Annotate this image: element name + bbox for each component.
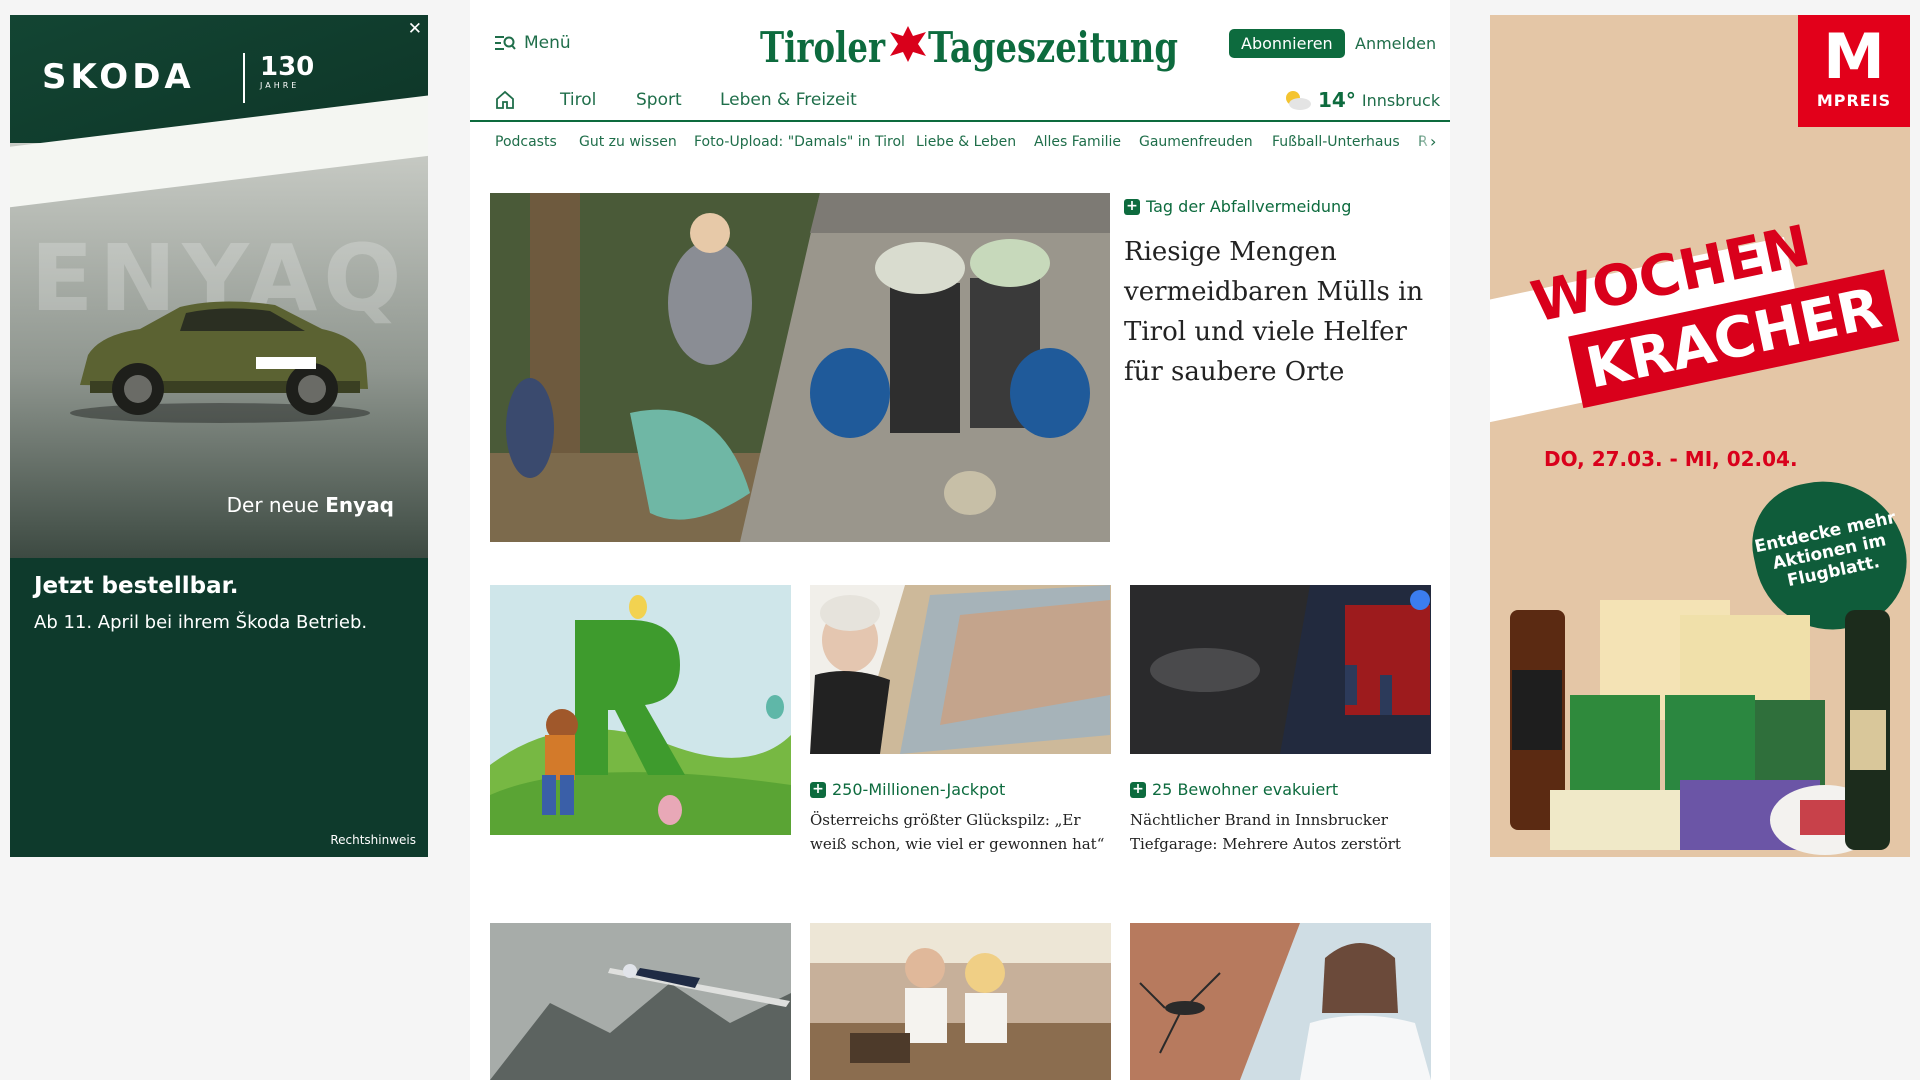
nav-item-sport[interactable]: Sport <box>636 90 682 110</box>
weather-city: Innsbruck <box>1361 90 1441 110</box>
plus-icon: + <box>1130 781 1146 798</box>
car-image <box>70 301 370 423</box>
jackpot-kicker[interactable]: + 250-Millionen-Jackpot <box>810 780 1005 799</box>
fire-teaser-image[interactable] <box>1130 585 1431 754</box>
ad-tagline-model: Enyaq <box>325 493 394 517</box>
menu-button[interactable]: Menü <box>494 33 571 53</box>
plus-icon: + <box>1124 198 1140 215</box>
ad-subline: Ab 11. April bei ihrem Škoda Betrieb. <box>34 612 368 633</box>
lead-headline[interactable]: Riesige Mengen vermeidbaren Mülls in Tir… <box>1124 232 1434 392</box>
fire-kicker-label: 25 Bewohner evakuiert <box>1152 780 1339 799</box>
jackpot-headline[interactable]: Österreichs größter Glückspilz: „Er weiß… <box>810 808 1111 856</box>
legal-link[interactable]: Rechtshinweis <box>330 833 416 847</box>
restaurant-teaser-image[interactable] <box>810 923 1111 1080</box>
ad-tagline: Der neue Enyaq <box>227 493 394 517</box>
main-nav: Tirol Sport Leben & Freizeit 14° Innsbru… <box>470 80 1450 122</box>
home-icon[interactable] <box>494 89 516 111</box>
subnav-item-fussball-unterhaus[interactable]: Fußball-Unterhaus <box>1272 134 1400 150</box>
nav-item-tirol[interactable]: Tirol <box>560 90 596 110</box>
weather-temperature: 14° <box>1318 88 1356 112</box>
mpreis-logo: M MPREIS <box>1798 15 1910 127</box>
logo-divider <box>243 53 245 103</box>
svg-text:Tageszeitung: Tageszeitung <box>928 23 1178 72</box>
mosquito-teaser-image[interactable] <box>1130 923 1431 1080</box>
anniversary-mark: 130 JAHRE <box>260 53 314 91</box>
ad-tagline-prefix: Der neue <box>226 493 319 517</box>
lead-article-image[interactable] <box>490 193 1110 542</box>
subnav-item-liebe-leben[interactable]: Liebe & Leben <box>916 134 1016 150</box>
easter-teaser-image[interactable] <box>490 585 791 835</box>
site-logo[interactable]: Tiroler Tageszeitung <box>760 14 1180 74</box>
site-header: Menü Tiroler Tageszeitung Abonnieren Anm… <box>470 0 1450 80</box>
anniversary-number: 130 <box>260 52 315 82</box>
mpreis-ad[interactable]: M MPREIS WOCHEN KRACHER DO, 27.03. - MI,… <box>1490 15 1910 857</box>
skoda-logo: SKODA <box>42 57 195 97</box>
subnav-item-foto-upload[interactable]: Foto-Upload: "Damals" in Tirol <box>694 134 905 150</box>
products-image <box>1510 600 1890 855</box>
ski-jump-teaser-image[interactable] <box>490 923 791 1080</box>
main-column: Menü Tiroler Tageszeitung Abonnieren Anm… <box>470 0 1450 1080</box>
lead-kicker[interactable]: + Tag der Abfallvermeidung <box>1124 197 1351 216</box>
jackpot-kicker-label: 250-Millionen-Jackpot <box>832 780 1006 799</box>
anniversary-sub: JAHRE <box>260 81 300 90</box>
fire-headline[interactable]: Nächtlicher Brand in Innsbrucker Tiefgar… <box>1130 808 1431 856</box>
wochenkracher-title: WOCHEN KRACHER <box>1513 194 1910 467</box>
nav-item-leben-freizeit[interactable]: Leben & Freizeit <box>720 90 857 110</box>
subnav-item-gaumenfreuden[interactable]: Gaumenfreuden <box>1139 134 1253 150</box>
partly-cloudy-icon <box>1286 91 1311 110</box>
fire-kicker[interactable]: + 25 Bewohner evakuiert <box>1130 780 1338 799</box>
weather-widget[interactable]: 14° Innsbruck <box>1282 88 1440 112</box>
skoda-ad[interactable]: ENYAQ SKODA 130 JAHRE ✕ Der neue Enyaq J… <box>10 15 428 857</box>
chevron-right-icon[interactable]: › <box>1430 132 1436 151</box>
svg-text:Tiroler: Tiroler <box>760 23 886 72</box>
menu-search-icon <box>495 36 516 50</box>
lead-kicker-label: Tag der Abfallvermeidung <box>1146 197 1352 216</box>
ad-headline: Jetzt bestellbar. <box>34 573 239 599</box>
subnav-item-gut-zu-wissen[interactable]: Gut zu wissen <box>579 134 677 150</box>
login-link[interactable]: Anmelden <box>1355 34 1436 53</box>
offer-dates: DO, 27.03. - MI, 02.04. <box>1544 447 1798 471</box>
sub-nav: Podcasts Gut zu wissen Foto-Upload: "Dam… <box>470 122 1450 162</box>
plus-icon: + <box>810 781 826 798</box>
mpreis-logo-letter: M <box>1823 20 1885 93</box>
close-icon[interactable]: ✕ <box>408 19 422 39</box>
subscribe-button[interactable]: Abonnieren <box>1229 29 1345 58</box>
jackpot-teaser-image[interactable] <box>810 585 1111 754</box>
subnav-item-alles-familie[interactable]: Alles Familie <box>1034 134 1121 150</box>
subnav-item-podcasts[interactable]: Podcasts <box>495 134 557 150</box>
mpreis-logo-text: MPREIS <box>1816 91 1892 110</box>
menu-label: Menü <box>524 33 571 53</box>
